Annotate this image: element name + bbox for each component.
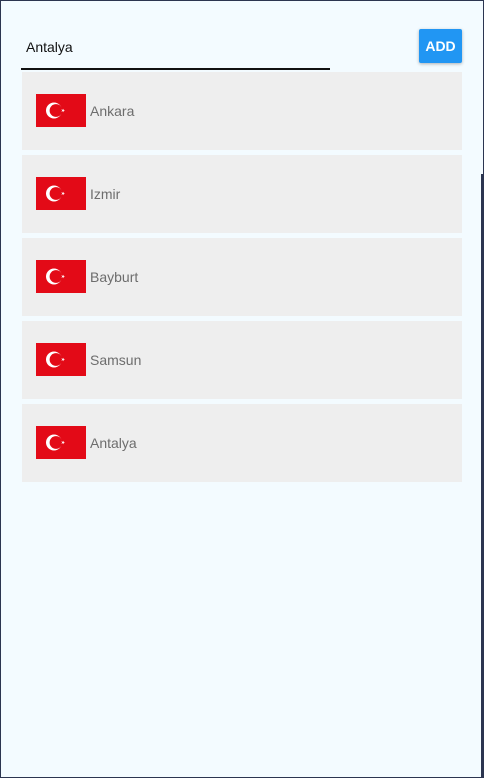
add-button[interactable]: ADD: [419, 29, 462, 63]
turkey-flag-icon: [36, 177, 86, 210]
app-window: ADD Ankara Izmir: [0, 0, 484, 778]
city-list: Ankara Izmir Bayburt Samsun Antalya: [22, 72, 462, 487]
city-name: Antalya: [90, 435, 137, 451]
city-name: Samsun: [90, 352, 142, 368]
city-name: Izmir: [90, 186, 121, 202]
turkey-flag-icon: [36, 260, 86, 293]
turkey-flag-icon: [36, 94, 86, 127]
city-name: Ankara: [90, 103, 135, 119]
city-name: Bayburt: [90, 269, 139, 285]
city-list-item[interactable]: Antalya: [22, 404, 462, 482]
turkey-flag-icon: [36, 426, 86, 459]
city-list-item[interactable]: Izmir: [22, 155, 462, 233]
city-list-item[interactable]: Samsun: [22, 321, 462, 399]
city-list-item[interactable]: Bayburt: [22, 238, 462, 316]
turkey-flag-icon: [36, 343, 86, 376]
city-input[interactable]: [21, 25, 330, 70]
city-list-item[interactable]: Ankara: [22, 72, 462, 150]
add-city-form: ADD: [21, 25, 462, 71]
window-edge: [481, 174, 483, 777]
